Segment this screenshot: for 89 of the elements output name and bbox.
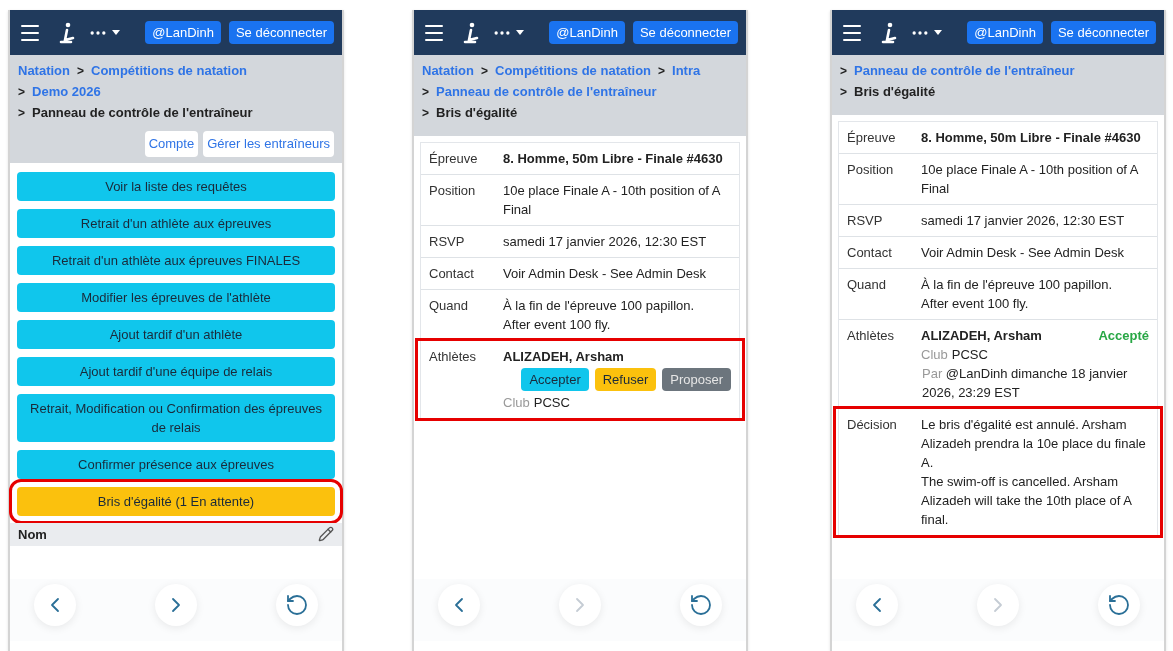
breadcrumb-separator: > [658,63,666,80]
reload-button[interactable] [276,584,318,626]
breadcrumb-current: Bris d'égalité [854,83,936,101]
breadcrumb-link[interactable]: Intra [672,62,701,80]
action-button[interactable]: Retrait d'un athlète aux épreuves [17,208,335,238]
breadcrumb-link[interactable]: Compétitions de natation [495,62,651,80]
account-link[interactable]: Gérer les entraîneurs [203,131,334,157]
detail-value: Voir Admin Desk - See Admin Desk [921,244,1126,262]
caret-icon[interactable] [112,30,120,35]
detail-label: Quand [429,297,470,315]
reload-button[interactable] [680,584,722,626]
detail-label: Épreuve [429,150,479,168]
logo-icon[interactable] [462,20,480,45]
detail-label: Contact [429,265,475,283]
detail-value: 10e place Finale A - 10th position of A Final [921,161,1140,198]
breadcrumb-separator: > [840,84,847,101]
author-line: Par @LanDinh dimanche 18 janvier 2026, 23:29 EST [922,366,1128,400]
breadcrumb-link[interactable]: Panneau de contrôle de l'entraîneur [436,83,657,101]
detail-value: 8. Homme, 50m Libre - Finale #4630 [503,150,724,168]
action-button[interactable]: Modifier les épreuves de l'athlète [17,282,335,312]
breadcrumb-link[interactable]: Demo 2026 [32,83,101,101]
breadcrumb-current: Panneau de contrôle de l'entraîneur [32,104,253,122]
detail-value: 10e place Finale A - 10th position of A Final [503,182,722,219]
detail-label: Athlètes [429,348,477,366]
user-button[interactable]: @LanDinh [145,20,221,45]
detail-value: After event 100 fly. [921,295,1030,313]
action-button[interactable]: Retrait d'un athlète aux épreuves FINALES [17,245,335,275]
detail-value: samedi 17 janvier 2026, 12:30 EST [921,212,1126,230]
club-value: PCSC [951,346,988,364]
athlete-name: ALIZADEH, Arsham [503,348,624,366]
breadcrumb-link[interactable]: Natation [18,62,70,80]
logout-button[interactable]: Se déconnecter [228,20,334,45]
detail-value: After event 100 fly. [503,316,612,334]
logout-button[interactable]: Se déconnecter [1050,20,1156,45]
athlete-name: ALIZADEH, Arsham [921,327,1042,345]
action-button[interactable]: Voir la liste des requêtes [17,171,335,201]
action-button[interactable]: Ajout tardif d'une équipe de relais [17,356,335,386]
detail-value: The swim-off is cancelled. Arsham Alizadeh will take the 10th place of A final. [921,473,1133,529]
detail-value: samedi 17 janvier 2026, 12:30 EST [503,233,708,251]
caret-icon[interactable] [934,30,942,35]
action-button[interactable]: Retrait, Modification ou Confirmation des épreuves de relais [17,393,335,442]
breadcrumb-separator: > [481,63,488,80]
detail-label: RSVP [429,233,466,251]
reload-button[interactable] [1098,584,1140,626]
back-button[interactable] [34,584,76,626]
detail-label: Quand [847,276,888,294]
caret-icon[interactable] [516,30,524,35]
forward-button[interactable] [155,584,197,626]
detail-value: À la fin de l'épreuve 100 papillon. [921,276,1114,294]
status-label: Accepté [1098,327,1149,345]
detail-label: Contact [847,244,893,262]
breadcrumb-current: Bris d'égalité [436,104,518,122]
breadcrumb-separator: > [18,84,25,101]
account-link[interactable]: Compte [144,131,199,157]
breadcrumb-separator: > [77,63,84,80]
detail-value: 8. Homme, 50m Libre - Finale #4630 [921,129,1142,147]
breadcrumb-separator: > [18,105,25,122]
detail-value: Le bris d'égalité est annulé. Arsham Alizadeh prendra la 10e place du finale A. [921,416,1147,472]
club-value: PCSC [533,394,570,412]
user-button[interactable]: @LanDinh [549,20,625,45]
logout-button[interactable]: Se déconnecter [632,20,738,45]
breadcrumb-link[interactable]: Panneau de contrôle de l'entraîneur [854,62,1075,80]
action-button[interactable]: Confirmer présence aux épreuves [17,449,335,479]
column-heading: Nom [18,525,47,544]
action-button[interactable]: Ajout tardif d'un athlète [17,319,335,349]
detail-label: RSVP [847,212,884,230]
breadcrumb-link[interactable]: Natation [422,62,474,80]
back-button[interactable] [438,584,480,626]
decision-button[interactable]: Refuser [594,368,657,391]
detail-label: Décision [847,416,898,434]
detail-label: Position [429,182,477,200]
detail-label: Athlètes [847,327,895,345]
club-label: Club [503,394,530,412]
logo-icon[interactable] [58,20,76,45]
decision-button[interactable]: Accepter [521,368,589,391]
breadcrumb-link[interactable]: Compétitions de natation [91,62,247,80]
breadcrumb-separator: > [422,105,429,122]
detail-value: À la fin de l'épreuve 100 papillon. [503,297,696,315]
pencil-icon[interactable] [318,526,334,543]
breadcrumb-separator: > [840,63,847,80]
club-label: Club [921,346,948,364]
detail-value: Voir Admin Desk - See Admin Desk [503,265,708,283]
logo-icon[interactable] [880,20,898,45]
back-button[interactable] [856,584,898,626]
detail-label: Position [847,161,895,179]
breadcrumb-separator: > [422,84,429,101]
decision-button[interactable]: Proposer [662,368,731,391]
user-button[interactable]: @LanDinh [967,20,1043,45]
detail-label: Épreuve [847,129,897,147]
